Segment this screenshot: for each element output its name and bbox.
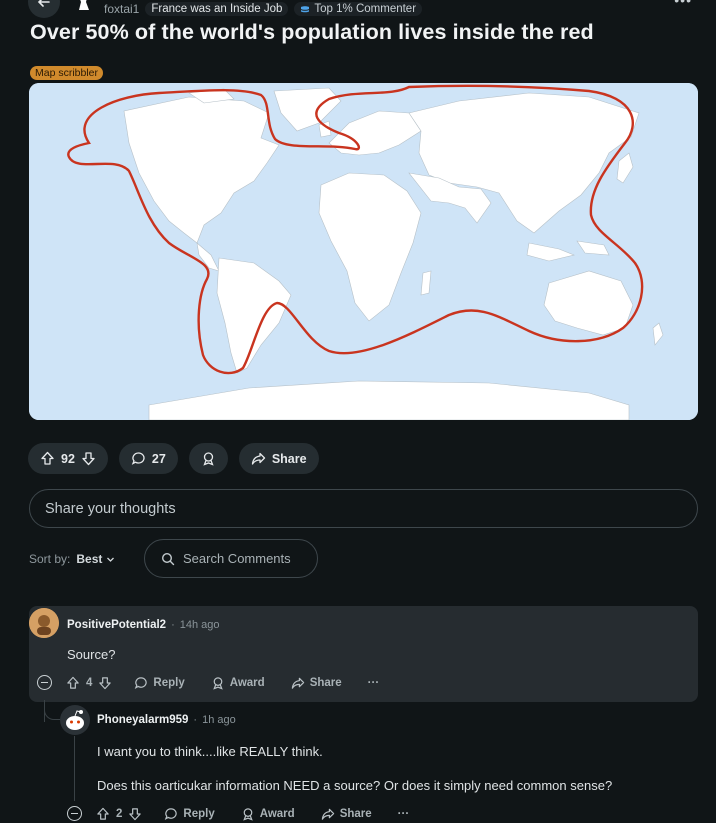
downvote-icon[interactable] [98, 676, 112, 690]
thread-connector [44, 706, 60, 720]
award-icon [242, 807, 253, 821]
reply-button[interactable]: Reply [164, 807, 215, 821]
comments-button[interactable]: 27 [118, 443, 178, 474]
share-icon [251, 452, 265, 465]
top-commenter-badge: Top 1% Commenter [294, 2, 423, 16]
reply-label: Reply [183, 807, 215, 820]
back-button[interactable] [28, 0, 60, 18]
commenter-avatar-icon [29, 608, 59, 638]
post-title: Over 50% of the world's population lives… [30, 20, 594, 44]
reply-button[interactable]: Reply [134, 676, 185, 690]
avatar[interactable] [60, 705, 90, 735]
user-flair: France was an Inside Job [145, 2, 289, 16]
more-icon: ··· [397, 807, 410, 820]
share-label: Share [271, 451, 307, 466]
downvote-icon[interactable] [81, 451, 96, 466]
comment-actions: 4 Reply Award Share ··· [37, 675, 405, 690]
award-label: Award [259, 807, 295, 820]
world-map [29, 83, 698, 420]
comment-icon [131, 452, 145, 465]
share-icon [321, 808, 334, 820]
share-button[interactable]: Share [321, 807, 372, 821]
post-header: foxtai1 France was an Inside Job Top 1% … [0, 0, 716, 20]
award-button[interactable]: Award [241, 807, 295, 821]
badge-label: Top 1% Commenter [314, 3, 417, 15]
share-label: Share [339, 807, 372, 820]
comment-username[interactable]: Phoneyalarm959 [97, 714, 188, 726]
chevron-down-icon [107, 557, 115, 562]
comment-author-row: Phoneyalarm959 · 1h ago [97, 714, 236, 726]
comment-separator: · [193, 714, 198, 726]
composer-placeholder: Share your thoughts [45, 500, 176, 517]
commenter-icon [301, 6, 310, 13]
comment-icon [135, 676, 148, 689]
comment-composer[interactable]: Share your thoughts [29, 489, 698, 528]
comment-vote-count: 4 [86, 676, 93, 689]
sort-label: Sort by: [29, 552, 71, 566]
award-label: Award [229, 676, 265, 689]
more-icon: ··· [367, 676, 380, 689]
arrow-left-icon [37, 0, 50, 7]
sort-value-text: Best [76, 552, 103, 566]
award-icon [212, 676, 223, 690]
comment-author-row: PositivePotential2 · 14h ago [67, 619, 220, 631]
award-button[interactable]: Award [211, 676, 265, 690]
comment-body: Source? [67, 647, 116, 662]
more-options-button[interactable]: ··· [398, 808, 410, 820]
upvote-count: 92 [61, 451, 75, 466]
award-button[interactable] [188, 443, 228, 474]
comment-actions: 2 Reply Award Share ··· [67, 806, 435, 821]
share-icon [291, 677, 304, 689]
comment-count: 27 [151, 451, 166, 466]
search-placeholder: Search Comments [183, 551, 291, 566]
more-options-button[interactable]: ··· [368, 677, 380, 689]
post-actions: 92 27 Share [28, 443, 319, 474]
comment-votes: 2 [96, 807, 142, 821]
upvote-icon[interactable] [96, 807, 110, 821]
post-image[interactable] [29, 83, 698, 420]
sort-control[interactable]: Sort by: Best [29, 552, 115, 566]
comment-separator: · [171, 619, 175, 631]
share-button[interactable]: Share [291, 676, 342, 690]
award-icon [203, 452, 214, 466]
user-avatar[interactable] [74, 0, 92, 14]
collapse-thread-button[interactable] [37, 675, 52, 690]
comment-body-line: I want you to think....like REALLY think… [97, 744, 323, 759]
snoo-avatar-icon [60, 705, 90, 735]
post-flair[interactable]: Map scribbler [30, 66, 104, 80]
comment-timestamp: 14h ago [179, 619, 220, 631]
more-options-icon[interactable]: ••• [674, 0, 692, 8]
comment-timestamp: 1h ago [202, 714, 236, 726]
post-username[interactable]: foxtai1 [104, 2, 139, 16]
search-icon [161, 552, 175, 565]
avatar[interactable] [29, 608, 59, 638]
reply-label: Reply [153, 676, 185, 689]
comment-icon [165, 807, 178, 820]
share-label: Share [309, 676, 342, 689]
thread-line [74, 736, 75, 801]
downvote-icon[interactable] [128, 807, 142, 821]
comment-votes: 4 [66, 676, 112, 690]
upvote-icon[interactable] [66, 676, 80, 690]
comment-username[interactable]: PositivePotential2 [67, 619, 166, 631]
upvote-icon[interactable] [40, 451, 55, 466]
sort-value[interactable]: Best [76, 552, 115, 566]
collapse-thread-button[interactable] [67, 806, 82, 821]
vote-pill: 92 [28, 443, 108, 474]
share-button[interactable]: Share [238, 443, 319, 474]
comment-vote-count: 2 [116, 807, 123, 820]
search-comments-input[interactable]: Search Comments [144, 539, 318, 578]
comment-body-line: Does this oarticukar information NEED a … [97, 778, 613, 793]
